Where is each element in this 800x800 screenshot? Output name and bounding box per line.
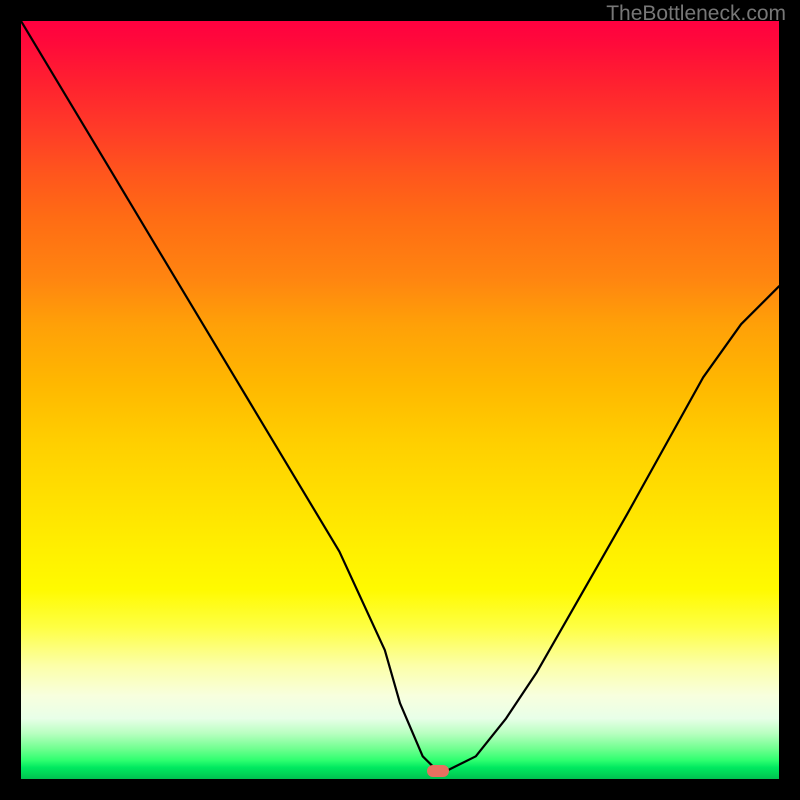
chart-frame: TheBottleneck.com <box>0 0 800 800</box>
plot-area <box>21 21 779 779</box>
watermark-text: TheBottleneck.com <box>606 2 786 26</box>
bottleneck-curve <box>21 21 779 779</box>
minimum-marker <box>427 765 449 777</box>
